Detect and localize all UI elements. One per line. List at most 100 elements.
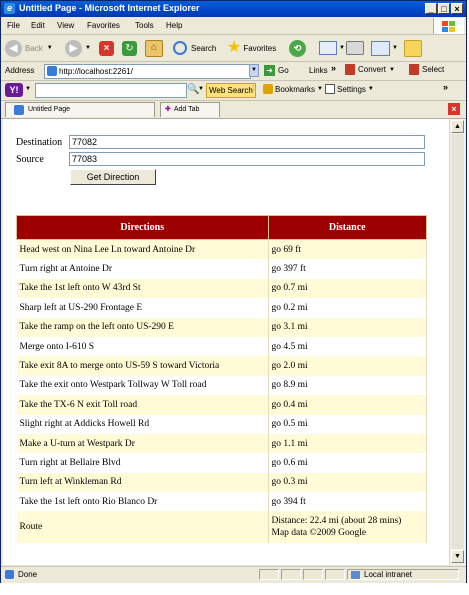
bookmarks-button[interactable]: Bookmarks ▼ bbox=[263, 84, 323, 94]
menu-help[interactable]: Help bbox=[166, 21, 182, 30]
vertical-scrollbar[interactable]: ▲ ▼ bbox=[449, 119, 465, 565]
chevron-down-icon: ▼ bbox=[339, 45, 345, 51]
distance-cell: go 0.6 mi bbox=[268, 453, 427, 473]
yahoo-search-input[interactable] bbox=[35, 83, 187, 98]
go-arrow-icon: ➜ bbox=[264, 65, 275, 76]
settings-button[interactable]: Settings ▼ bbox=[325, 84, 374, 94]
search-label: Search bbox=[191, 43, 217, 53]
minimize-button[interactable]: _ bbox=[425, 3, 437, 14]
convert-label: Convert bbox=[358, 65, 387, 74]
direction-cell: Merge onto I-610 S bbox=[16, 336, 269, 357]
table-row: Turn right at Antoine Dr go 397 ft bbox=[16, 259, 427, 279]
chevron-right-icon[interactable]: » bbox=[443, 82, 448, 92]
distance-cell: go 0.7 mi bbox=[268, 278, 427, 299]
forward-button[interactable]: ▶ ▼ bbox=[65, 38, 91, 58]
source-input[interactable]: 77083 bbox=[69, 152, 425, 166]
table-row: Take the ramp on the left onto US-290 Eg… bbox=[16, 317, 427, 337]
table-row: Slight right at Addicks Howell Rd go 0.5 … bbox=[16, 414, 427, 434]
refresh-button[interactable]: ↻ bbox=[122, 38, 137, 58]
back-button[interactable]: ◀ Back ▼ bbox=[5, 38, 53, 58]
table-row: Merge onto I-610 Sgo 4.5 mi bbox=[16, 336, 427, 357]
direction-cell: Turn right at Bellaire Blvd bbox=[16, 453, 269, 473]
convert-button[interactable]: Convert ▼ bbox=[345, 64, 395, 75]
tab-bar: Untitled Page ✚ Add Tab × bbox=[1, 101, 466, 119]
edit-button[interactable]: ▼ bbox=[371, 38, 398, 58]
page-icon bbox=[14, 105, 24, 115]
direction-cell: Turn left at Winkleman Rd bbox=[16, 472, 269, 493]
destination-label: Destination bbox=[16, 137, 63, 148]
chevron-down-icon[interactable]: ▼ bbox=[198, 86, 204, 92]
table-row: Take the exit onto Westpark Tollway W To… bbox=[16, 375, 427, 396]
scroll-track[interactable] bbox=[451, 134, 464, 549]
address-url: http://localhost:2261/ bbox=[59, 67, 133, 76]
scroll-up-icon[interactable]: ▲ bbox=[451, 120, 464, 133]
add-tab-button[interactable]: ✚ Add Tab bbox=[160, 102, 220, 117]
distance-cell: go 8.9 mi bbox=[268, 375, 427, 396]
status-pane bbox=[303, 569, 323, 580]
checkbox-icon bbox=[325, 84, 335, 94]
menu-edit[interactable]: Edit bbox=[31, 21, 45, 30]
menu-favorites[interactable]: Favorites bbox=[87, 21, 120, 30]
close-button[interactable]: × bbox=[451, 3, 463, 14]
intranet-icon bbox=[351, 571, 360, 579]
search-icon bbox=[173, 41, 187, 55]
tab-label: Untitled Page bbox=[28, 106, 71, 113]
distance-cell: go 0.3 mi bbox=[268, 472, 427, 493]
scroll-down-icon[interactable]: ▼ bbox=[451, 550, 464, 563]
direction-cell: Take the TX-6 N exit Toll road bbox=[16, 395, 269, 415]
direction-cell: Take the 1st left onto W 43rd St bbox=[16, 278, 269, 299]
tab-untitled-page[interactable]: Untitled Page bbox=[5, 102, 155, 117]
close-tab-icon[interactable]: × bbox=[448, 103, 460, 115]
links-button[interactable]: Links bbox=[309, 66, 328, 75]
route-row: Route Distance: 22.4 mi (about 28 mins) … bbox=[16, 511, 427, 544]
mail-button[interactable]: ▼ bbox=[319, 38, 345, 58]
select-button[interactable]: Select bbox=[409, 64, 444, 75]
home-button[interactable]: ⌂ bbox=[145, 38, 163, 58]
table-row: Sharp left at US-290 Frontage Ego 0.2 mi bbox=[16, 298, 427, 318]
standard-toolbar: ◀ Back ▼ ▶ ▼ × ↻ ⌂ Search ★ Favorites ⟲ bbox=[1, 35, 466, 62]
search-button[interactable]: Search bbox=[173, 38, 216, 58]
direction-cell: Make a U-turn at Westpark Dr bbox=[16, 433, 269, 454]
table-row: Turn right at Bellaire Blvd go 0.6 mi bbox=[16, 453, 427, 473]
menu-tools[interactable]: Tools bbox=[135, 21, 154, 30]
get-direction-button[interactable]: Get Direction bbox=[70, 169, 156, 185]
chevron-down-icon: ▼ bbox=[392, 45, 398, 51]
status-pane bbox=[281, 569, 301, 580]
print-button[interactable] bbox=[346, 38, 364, 58]
web-search-button[interactable]: Web Search bbox=[206, 83, 256, 98]
history-icon: ⟲ bbox=[289, 39, 306, 57]
go-label: Go bbox=[278, 66, 289, 75]
distance-cell: go 69 ft bbox=[268, 239, 427, 260]
home-icon: ⌂ bbox=[145, 39, 163, 57]
status-text: Done bbox=[18, 570, 38, 579]
menu-file[interactable]: File bbox=[7, 21, 20, 30]
distance-cell: go 0.2 mi bbox=[268, 298, 427, 318]
forward-arrow-icon: ▶ bbox=[65, 39, 82, 57]
direction-cell: Head west on Nina Lee Ln toward Antoine … bbox=[16, 239, 269, 260]
add-tab-label: Add Tab bbox=[173, 106, 200, 113]
history-button[interactable]: ⟲ bbox=[289, 38, 306, 58]
direction-cell: Turn right at Antoine Dr bbox=[16, 259, 269, 279]
menu-view[interactable]: View bbox=[57, 21, 74, 30]
stop-button[interactable]: × bbox=[99, 38, 114, 58]
direction-cell: Take exit 8A to merge onto US-59 S towar… bbox=[16, 356, 269, 376]
table-row: Make a U-turn at Westpark Dr go 1.1 mi bbox=[16, 433, 427, 454]
favorites-button[interactable]: ★ Favorites bbox=[227, 38, 276, 58]
windows-flag-icon bbox=[433, 18, 464, 34]
yahoo-toolbar: Y! ▼ 🔍 ▼ Web Search ⁞ Bookmarks ▼ Settin… bbox=[1, 81, 466, 101]
messenger-button[interactable] bbox=[404, 38, 422, 58]
address-input[interactable]: http://localhost:2261/ bbox=[44, 64, 251, 79]
table-row: Take the 1st left onto W 43rd St go 0.7 m… bbox=[16, 278, 427, 299]
address-dropdown[interactable]: ▼ bbox=[249, 64, 259, 77]
distance-cell: go 0.5 mi bbox=[268, 414, 427, 434]
directions-table: Directions Distance Head west on Nina Le… bbox=[16, 215, 427, 544]
address-bar: Address http://localhost:2261/ ▼ ➜ Go Li… bbox=[1, 62, 466, 81]
status-pane bbox=[259, 569, 279, 580]
destination-input[interactable]: 77082 bbox=[69, 135, 425, 149]
route-summary-cell: Distance: 22.4 mi (about 28 mins) Map da… bbox=[268, 511, 427, 544]
chevron-right-icon[interactable]: » bbox=[331, 63, 336, 73]
go-button[interactable]: ➜ Go bbox=[264, 64, 289, 77]
yahoo-logo-icon[interactable]: Y! bbox=[5, 83, 23, 97]
chevron-down-icon[interactable]: ▼ bbox=[25, 86, 31, 92]
maximize-button[interactable]: □ bbox=[438, 3, 450, 14]
